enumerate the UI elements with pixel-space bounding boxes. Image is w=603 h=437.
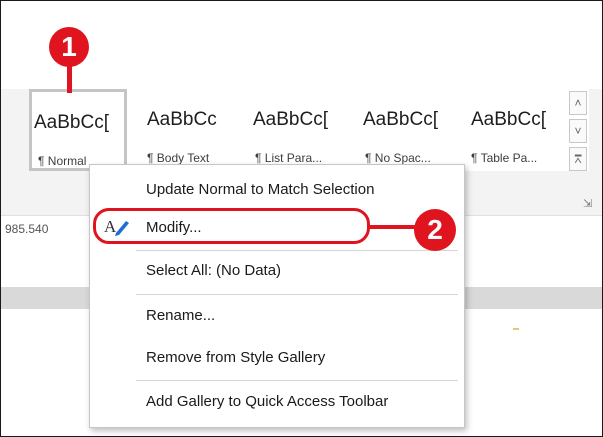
menu-add-gallery-qat[interactable]: Add Gallery to Quick Access Toolbar bbox=[146, 393, 388, 410]
menu-update-normal[interactable]: Update Normal to Match Selection bbox=[146, 181, 374, 198]
menu-remove-from-gallery[interactable]: Remove from Style Gallery bbox=[146, 349, 325, 366]
gallery-more-icon[interactable]: ⩞ bbox=[569, 147, 587, 171]
dialog-launcher-icon[interactable]: ⇲ bbox=[583, 197, 592, 210]
style-sample: AaBbCc[ bbox=[471, 109, 546, 130]
menu-separator bbox=[136, 250, 458, 251]
document-mark bbox=[513, 328, 519, 330]
style-body-text[interactable]: AaBbCc ¶ Body Text bbox=[129, 89, 231, 171]
styles-gallery: AaBbCc[ ¶ Normal AaBbCc ¶ Body Text AaBb… bbox=[29, 89, 589, 171]
style-table-para[interactable]: AaBbCc[ ¶ Table Pa... bbox=[461, 89, 567, 171]
menu-separator bbox=[136, 380, 458, 381]
callout-connector-2 bbox=[370, 225, 416, 229]
style-name: ¶ Body Text bbox=[147, 151, 210, 165]
style-name: ¶ Table Pa... bbox=[471, 151, 538, 165]
style-sample: AaBbCc[ bbox=[34, 112, 109, 133]
style-sample: AaBbCc bbox=[147, 109, 217, 130]
style-sample: AaBbCc[ bbox=[363, 109, 438, 130]
ruler-value: 985.540 bbox=[5, 222, 49, 236]
menu-separator bbox=[136, 294, 458, 295]
style-sample: AaBbCc[ bbox=[253, 109, 328, 130]
style-no-spacing[interactable]: AaBbCc[ ¶ No Spac... bbox=[347, 89, 451, 171]
callout-highlight-modify bbox=[93, 208, 370, 244]
menu-select-all[interactable]: Select All: (No Data) bbox=[146, 262, 281, 279]
style-name: ¶ List Para... bbox=[255, 151, 323, 165]
style-name: ¶ No Spac... bbox=[365, 151, 431, 165]
screenshot-frame: AaBbCc[ ¶ Normal AaBbCc ¶ Body Text AaBb… bbox=[0, 0, 603, 437]
scroll-down-icon[interactable]: ˅ bbox=[569, 119, 587, 143]
callout-stem-1 bbox=[67, 65, 72, 93]
gallery-scroll: ˄ ˅ ⩞ bbox=[569, 91, 587, 171]
callout-badge-2: 2 bbox=[414, 209, 456, 251]
callout-badge-1: 1 bbox=[49, 27, 89, 67]
scroll-up-icon[interactable]: ˄ bbox=[569, 91, 587, 115]
style-normal[interactable]: AaBbCc[ ¶ Normal bbox=[29, 89, 127, 171]
ribbon-top-area bbox=[1, 1, 602, 89]
context-menu: Update Normal to Match Selection A Modif… bbox=[89, 164, 465, 428]
menu-rename[interactable]: Rename... bbox=[146, 307, 215, 324]
style-list-para[interactable]: AaBbCc[ ¶ List Para... bbox=[233, 89, 337, 171]
style-name: ¶ Normal bbox=[38, 154, 87, 168]
